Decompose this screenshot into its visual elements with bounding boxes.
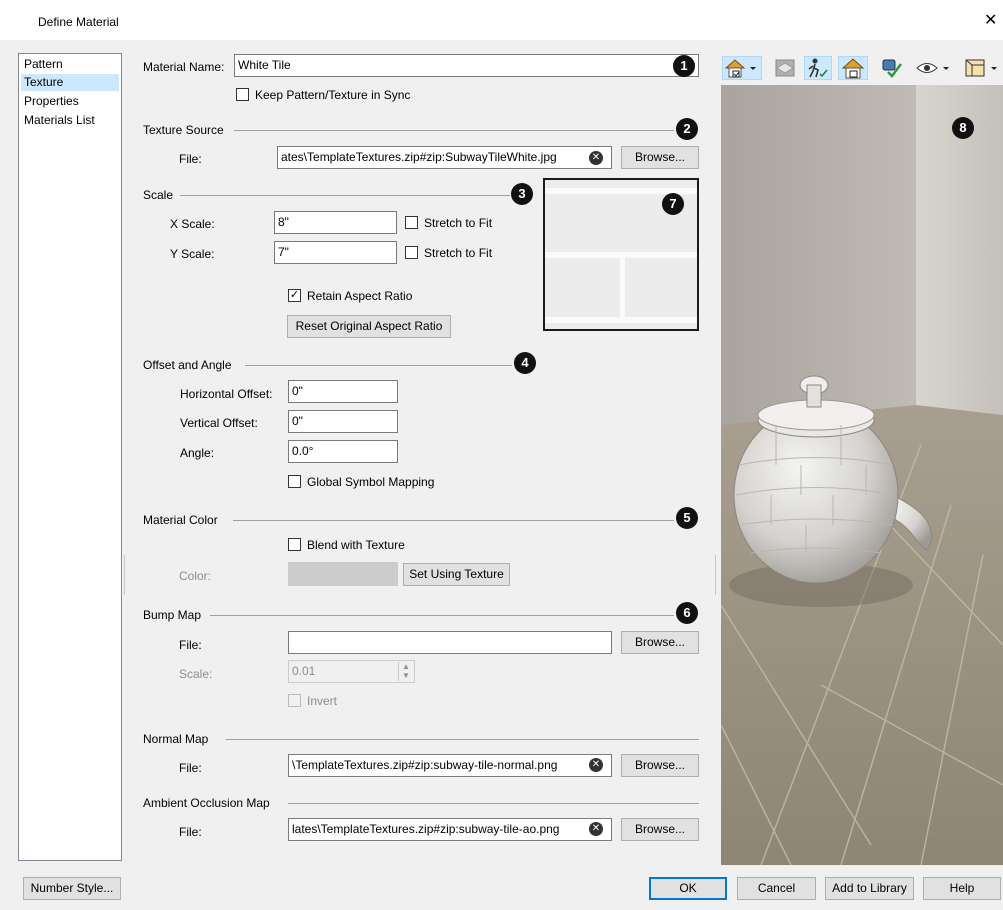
- reset-aspect-button[interactable]: Reset Original Aspect Ratio: [287, 315, 451, 338]
- normal-map-heading: Normal Map: [143, 732, 209, 746]
- ao-file-label: File:: [179, 825, 202, 839]
- left-splitter-handle[interactable]: [124, 555, 125, 595]
- texture-file-label: File:: [179, 152, 202, 166]
- invert-checkbox[interactable]: [288, 694, 301, 707]
- nav-item-pattern[interactable]: Pattern: [21, 56, 119, 73]
- callout-5: 5: [676, 507, 698, 529]
- v-offset-label: Vertical Offset:: [180, 416, 258, 430]
- y-scale-input[interactable]: 7": [274, 241, 397, 264]
- global-mapping-checkbox[interactable]: [288, 475, 301, 488]
- x-stretch-checkbox[interactable]: [405, 216, 418, 229]
- normal-browse-button[interactable]: Browse...: [621, 754, 699, 777]
- angle-label: Angle:: [180, 446, 215, 460]
- close-icon[interactable]: ✕: [984, 10, 997, 30]
- walkthrough-icon[interactable]: [803, 55, 833, 81]
- angle-input[interactable]: 0.0°: [288, 440, 398, 463]
- tile-grout: [545, 317, 697, 323]
- bump-scale-label: Scale:: [179, 667, 213, 681]
- normal-file-input[interactable]: \TemplateTextures.zip#zip:subway-tile-no…: [288, 754, 612, 777]
- material-color-heading: Material Color: [143, 513, 218, 527]
- v-offset-input[interactable]: 0": [288, 410, 398, 433]
- scale-heading: Scale: [143, 188, 174, 202]
- bump-map-heading: Bump Map: [143, 608, 202, 622]
- global-mapping-label: Global Symbol Mapping: [307, 475, 435, 489]
- blend-texture-label: Blend with Texture: [307, 538, 405, 552]
- retain-aspect-checkbox[interactable]: ✓: [288, 289, 301, 302]
- camera-eye-icon[interactable]: [914, 56, 954, 80]
- clear-normal-file-icon[interactable]: ✕: [589, 758, 603, 772]
- title-bar: [0, 0, 1003, 40]
- callout-6: 6: [676, 602, 698, 624]
- bump-file-label: File:: [179, 638, 202, 652]
- normal-file-label: File:: [179, 761, 202, 775]
- y-stretch-label: Stretch to Fit: [424, 246, 493, 260]
- offset-heading: Offset and Angle: [143, 358, 232, 372]
- add-to-library-button[interactable]: Add to Library: [825, 877, 914, 900]
- callout-7: 7: [662, 193, 684, 215]
- material-name-label: Material Name:: [143, 60, 225, 74]
- bump-file-input[interactable]: [288, 631, 612, 654]
- section-divider: [234, 130, 674, 131]
- texture-source-heading: Texture Source: [143, 123, 224, 137]
- render-check-icon[interactable]: [878, 56, 906, 80]
- layers-icon[interactable]: [772, 56, 798, 80]
- clear-ao-file-icon[interactable]: ✕: [589, 822, 603, 836]
- bump-scale-input[interactable]: 0.01: [288, 660, 415, 683]
- callout-2: 2: [676, 118, 698, 140]
- material-name-input[interactable]: White Tile: [234, 54, 699, 77]
- section-divider: [233, 520, 674, 521]
- bump-browse-button[interactable]: Browse...: [621, 631, 699, 654]
- callout-3: 3: [511, 183, 533, 205]
- callout-4: 4: [514, 352, 536, 374]
- ao-file-input[interactable]: lates\TemplateTextures.zip#zip:subway-ti…: [288, 818, 612, 841]
- category-list: Pattern Texture Properties Materials Lis…: [18, 53, 122, 861]
- texture-browse-button[interactable]: Browse...: [621, 146, 699, 169]
- house-view-icon[interactable]: [721, 55, 763, 81]
- texture-file-input[interactable]: ates\TemplateTextures.zip#zip:SubwayTile…: [277, 146, 612, 169]
- nav-item-properties[interactable]: Properties: [21, 93, 119, 110]
- window-title: Define Material: [38, 15, 119, 29]
- h-offset-input[interactable]: 0": [288, 380, 398, 403]
- spin-arrows-icon[interactable]: ▲ ▼: [398, 662, 413, 681]
- keep-sync-checkbox[interactable]: [236, 88, 249, 101]
- section-divider: [226, 739, 699, 740]
- retain-aspect-label: Retain Aspect Ratio: [307, 289, 413, 303]
- color-label: Color:: [179, 569, 212, 583]
- number-style-button[interactable]: Number Style...: [23, 877, 121, 900]
- ok-button[interactable]: OK: [649, 877, 727, 900]
- section-divider: [288, 803, 699, 804]
- h-offset-label: Horizontal Offset:: [180, 387, 273, 401]
- clear-texture-file-icon[interactable]: ✕: [589, 151, 603, 165]
- x-scale-label: X Scale:: [170, 217, 215, 231]
- cancel-button[interactable]: Cancel: [737, 877, 816, 900]
- set-using-texture-button[interactable]: Set Using Texture: [403, 563, 510, 586]
- ao-browse-button[interactable]: Browse...: [621, 818, 699, 841]
- y-scale-label: Y Scale:: [170, 247, 215, 261]
- right-splitter-handle[interactable]: [715, 555, 716, 595]
- section-divider: [245, 365, 512, 366]
- invert-label: Invert: [307, 694, 338, 708]
- help-button[interactable]: Help: [923, 877, 1001, 900]
- callout-1: 1: [673, 55, 695, 77]
- blend-texture-checkbox[interactable]: [288, 538, 301, 551]
- callout-8: 8: [952, 117, 974, 139]
- nav-item-materials-list[interactable]: Materials List: [21, 112, 119, 129]
- color-swatch[interactable]: [288, 562, 398, 586]
- x-stretch-label: Stretch to Fit: [424, 216, 493, 230]
- nav-item-texture[interactable]: Texture: [21, 74, 119, 91]
- y-stretch-checkbox[interactable]: [405, 246, 418, 259]
- section-divider: [210, 615, 674, 616]
- room-box-icon[interactable]: [962, 56, 1002, 80]
- x-scale-input[interactable]: 8": [274, 211, 397, 234]
- section-divider: [180, 195, 510, 196]
- tile-grout: [620, 258, 625, 317]
- house-check-icon[interactable]: [837, 55, 869, 81]
- ao-map-heading: Ambient Occlusion Map: [143, 796, 270, 810]
- keep-sync-label: Keep Pattern/Texture in Sync: [255, 88, 411, 102]
- material-preview-viewport[interactable]: [721, 85, 1003, 865]
